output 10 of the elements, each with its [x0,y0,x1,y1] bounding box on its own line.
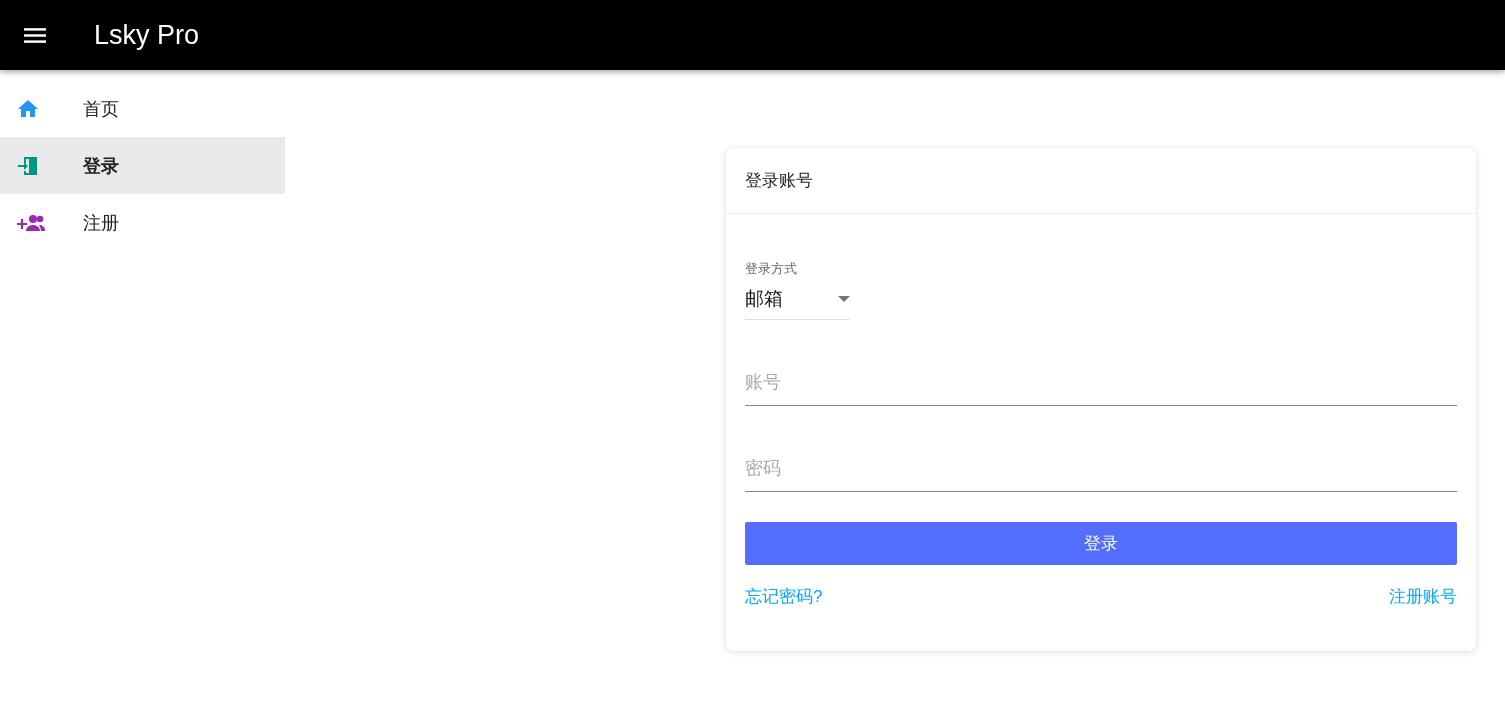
nav-item[interactable]: 首页 [0,80,285,137]
menu-icon[interactable] [24,27,46,43]
login-method-select[interactable]: 邮箱 [745,280,850,320]
select-label: 登录方式 [745,260,797,278]
nav-item[interactable]: 注册 [0,194,285,251]
nav-item[interactable]: 登录 [0,137,285,194]
login-button[interactable]: 登录 [745,522,1457,565]
card-title: 登录账号 [745,170,813,192]
dropdown-caret-icon [838,296,850,302]
app-title: Lsky Pro [94,19,200,51]
